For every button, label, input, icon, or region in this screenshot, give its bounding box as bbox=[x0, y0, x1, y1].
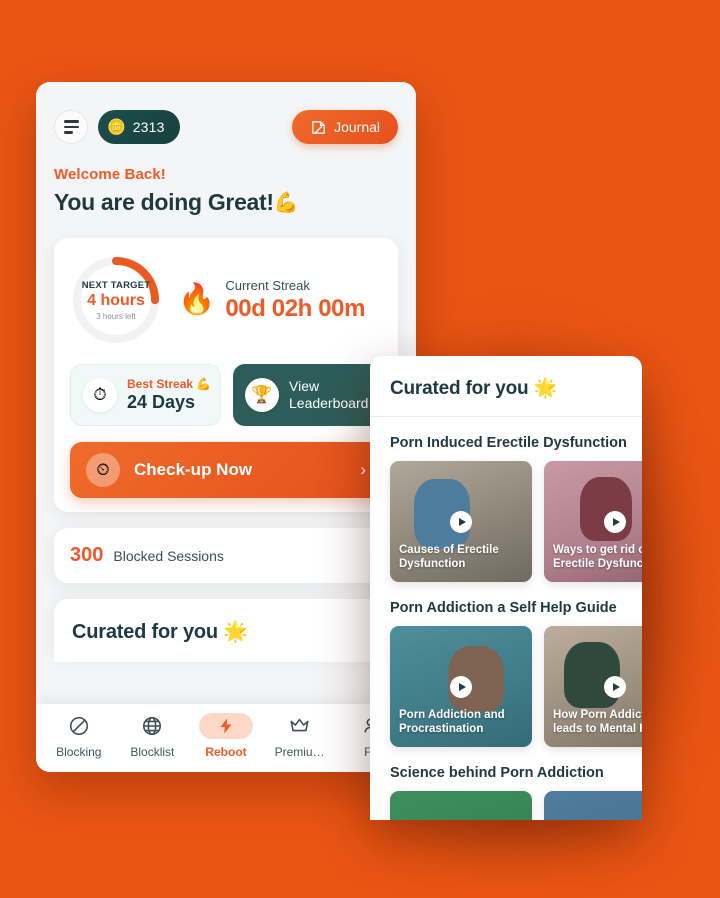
no-entry-icon bbox=[68, 713, 90, 739]
welcome-title-row: You are doing Great! 💪 bbox=[54, 189, 398, 216]
curated-overlay-panel: Curated for you 🌟 Porn Induced Erectile … bbox=[370, 356, 642, 820]
top-bar: 🪙 2313 Journal bbox=[36, 106, 416, 148]
overlay-body[interactable]: Porn Induced Erectile Dysfunction Causes… bbox=[370, 435, 642, 820]
overlay-section-title: Porn Induced Erectile Dysfunction bbox=[390, 435, 627, 451]
nav-label-blocklist: Blocklist bbox=[130, 745, 175, 759]
next-target-note: 3 hours left bbox=[96, 311, 136, 321]
nav-label-blocking: Blocking bbox=[56, 745, 102, 759]
nav-item-blocking[interactable]: Blocking bbox=[42, 713, 116, 759]
nav-item-blocklist[interactable]: Blocklist bbox=[116, 713, 190, 759]
glowing-star-emoji: 🌟 bbox=[223, 621, 248, 643]
video-card[interactable]: Causes of Erectile Dysfunction bbox=[390, 461, 532, 582]
glowing-star-emoji: 🌟 bbox=[533, 378, 558, 399]
play-icon[interactable] bbox=[604, 675, 626, 698]
video-caption: Ways to get rid of Erectile Dysfunction bbox=[553, 543, 642, 571]
video-card[interactable] bbox=[390, 791, 532, 820]
video-caption: How Porn Addiction leads to Mental Healt… bbox=[553, 708, 642, 736]
bottom-navigation: Blocking Blocklist Reboot Premiu… bbox=[36, 704, 416, 772]
leaderboard-label: View Leaderboard bbox=[289, 378, 368, 413]
video-card[interactable]: Porn Addiction and Procrastination bbox=[390, 626, 532, 747]
blocked-sessions-count: 300 bbox=[70, 544, 104, 566]
nav-item-reboot[interactable]: Reboot bbox=[189, 713, 263, 759]
coin-stack-icon: 🪙 bbox=[107, 118, 126, 136]
hamburger-menu-icon[interactable] bbox=[54, 110, 88, 144]
overlay-card-row: Causes of Erectile Dysfunction Ways to g… bbox=[390, 461, 642, 582]
current-streak-label: Current Streak bbox=[225, 277, 310, 293]
nav-label-reboot: Reboot bbox=[205, 745, 247, 759]
flame-icon: 🔥 bbox=[178, 283, 216, 316]
lightning-icon bbox=[198, 713, 253, 739]
best-streak-value: 24 Days bbox=[127, 392, 196, 412]
welcome-title: You are doing Great! bbox=[54, 189, 274, 215]
next-target-ring: NEXT TARGET 4 hours 3 hours left bbox=[70, 254, 162, 346]
stopwatch-icon: ⏲ bbox=[86, 453, 120, 487]
current-streak-block: 🔥 Current Streak 00d 02h 00m bbox=[178, 278, 382, 323]
phone-screen: 🪙 2313 Journal Welcome Back! You are doi… bbox=[36, 82, 416, 772]
nav-label-premium: Premiu… bbox=[274, 745, 325, 759]
globe-icon bbox=[141, 713, 163, 739]
journal-button[interactable]: Journal bbox=[292, 110, 398, 144]
video-caption: Porn Addiction and Procrastination bbox=[399, 708, 505, 736]
stats-top-row: NEXT TARGET 4 hours 3 hours left 🔥 Curre… bbox=[70, 254, 382, 346]
video-card[interactable] bbox=[544, 791, 642, 820]
chevron-right-icon: › bbox=[360, 460, 366, 479]
overlay-card-row: Porn Addiction and Procrastination How P… bbox=[390, 626, 642, 747]
flexed-biceps-emoji: 💪 bbox=[273, 192, 299, 214]
leaderboard-label-line2: Leaderboard bbox=[289, 395, 369, 411]
welcome-block: Welcome Back! You are doing Great! 💪 bbox=[36, 148, 416, 216]
video-thumbnail bbox=[544, 791, 642, 820]
nav-item-premium[interactable]: Premiu… bbox=[263, 713, 337, 759]
curated-section-title: Curated for you bbox=[72, 621, 218, 643]
video-card[interactable]: How Porn Addiction leads to Mental Healt… bbox=[544, 626, 642, 747]
overlay-section-title: Science behind Porn Addiction bbox=[390, 765, 604, 781]
best-streak-label: Best Streak 💪 bbox=[127, 377, 212, 391]
curated-section-header-card: Curated for you 🌟 bbox=[54, 599, 398, 662]
overlay-title: Curated for you bbox=[390, 378, 529, 399]
journal-label: Journal bbox=[334, 119, 380, 135]
video-card[interactable]: Ways to get rid of Erectile Dysfunction bbox=[544, 461, 642, 582]
next-target-value: 4 hours bbox=[87, 291, 145, 309]
coin-balance-value: 2313 bbox=[132, 119, 165, 135]
next-target-text: NEXT TARGET 4 hours 3 hours left bbox=[70, 254, 162, 346]
overlay-section-title: Porn Addiction a Self Help Guide bbox=[390, 600, 617, 616]
overlay-title-row: Curated for you 🌟 bbox=[390, 376, 622, 400]
checkup-now-button[interactable]: ⏲ Check-up Now › bbox=[70, 442, 382, 498]
leaderboard-label-line1: View bbox=[289, 377, 320, 394]
blocked-sessions-label: Blocked Sessions bbox=[113, 547, 224, 564]
clock-rewind-icon: ⏱ bbox=[83, 378, 117, 412]
blocked-sessions-card[interactable]: 300 Blocked Sessions › bbox=[54, 528, 398, 583]
overlay-card-row bbox=[390, 791, 642, 820]
best-streak-card[interactable]: ⏱ Best Streak 💪 24 Days bbox=[70, 364, 221, 426]
phone-content: 🪙 2313 Journal Welcome Back! You are doi… bbox=[36, 82, 416, 772]
coin-balance-pill[interactable]: 🪙 2313 bbox=[98, 110, 180, 144]
checkup-now-label: Check-up Now bbox=[134, 460, 253, 479]
next-target-label: NEXT TARGET bbox=[81, 279, 151, 291]
video-thumbnail bbox=[390, 791, 532, 820]
play-icon[interactable] bbox=[604, 510, 626, 533]
play-icon[interactable] bbox=[450, 675, 472, 698]
podium-icon: 🏆 bbox=[245, 378, 279, 412]
play-icon[interactable] bbox=[450, 510, 472, 533]
video-caption: Causes of Erectile Dysfunction bbox=[399, 543, 499, 571]
overlay-header: Curated for you 🌟 bbox=[370, 356, 642, 417]
view-leaderboard-card[interactable]: 🏆 View Leaderboard bbox=[233, 364, 382, 426]
crown-icon bbox=[288, 713, 311, 739]
welcome-subtitle: Welcome Back! bbox=[54, 166, 166, 183]
current-streak-value: 00d 02h 00m bbox=[225, 294, 366, 322]
stats-card: NEXT TARGET 4 hours 3 hours left 🔥 Curre… bbox=[54, 238, 398, 512]
stats-mini-row: ⏱ Best Streak 💪 24 Days 🏆 View Leaderboa… bbox=[70, 364, 382, 426]
curated-section-title-row: Curated for you 🌟 bbox=[72, 619, 380, 644]
journal-write-icon bbox=[310, 119, 327, 136]
